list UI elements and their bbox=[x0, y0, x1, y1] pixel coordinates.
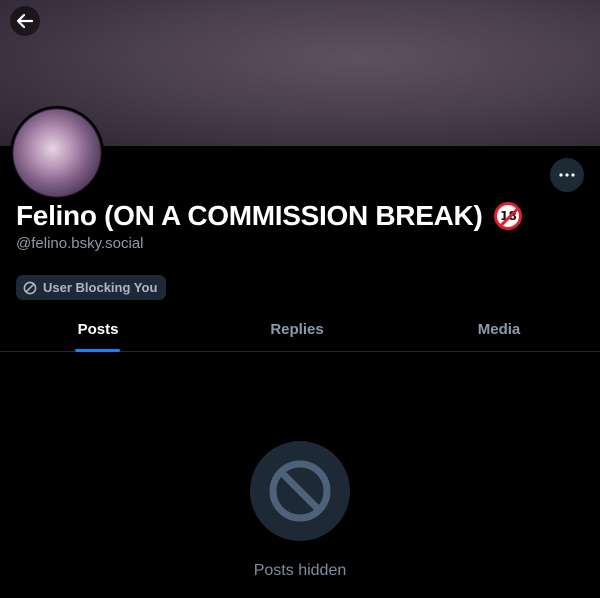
tab-replies[interactable]: Replies bbox=[196, 308, 398, 351]
tab-posts-label: Posts bbox=[77, 321, 119, 338]
display-name: Felino (ON A COMMISSION BREAK) bbox=[16, 200, 483, 231]
block-icon bbox=[269, 460, 331, 522]
tab-posts[interactable]: Posts bbox=[0, 308, 196, 352]
block-icon bbox=[23, 281, 37, 294]
more-options-button[interactable] bbox=[550, 158, 584, 192]
age-badge-text: 18 bbox=[500, 209, 517, 223]
blocking-label: User Blocking You bbox=[43, 280, 158, 295]
ellipsis-icon bbox=[559, 173, 575, 177]
active-tab-indicator bbox=[75, 349, 120, 352]
display-name-row: Felino (ON A COMMISSION BREAK) 18 bbox=[16, 200, 523, 232]
avatar bbox=[13, 109, 101, 197]
profile-tabs: Posts Replies Media bbox=[0, 308, 600, 352]
tab-media[interactable]: Media bbox=[398, 308, 600, 351]
profile-page: Felino (ON A COMMISSION BREAK) 18 @felin… bbox=[0, 0, 600, 598]
avatar-frame[interactable] bbox=[10, 106, 104, 200]
tab-replies-label: Replies bbox=[270, 321, 324, 338]
adult-content-badge: 18 bbox=[494, 202, 523, 230]
arrow-left-icon bbox=[16, 13, 34, 29]
back-button[interactable] bbox=[10, 6, 40, 36]
empty-state-icon-circle bbox=[250, 441, 350, 541]
tab-media-label: Media bbox=[477, 321, 521, 338]
profile-handle: @felino.bsky.social bbox=[16, 235, 144, 252]
posts-hidden-text: Posts hidden bbox=[253, 562, 347, 579]
user-blocking-you-badge[interactable]: User Blocking You bbox=[16, 275, 167, 300]
